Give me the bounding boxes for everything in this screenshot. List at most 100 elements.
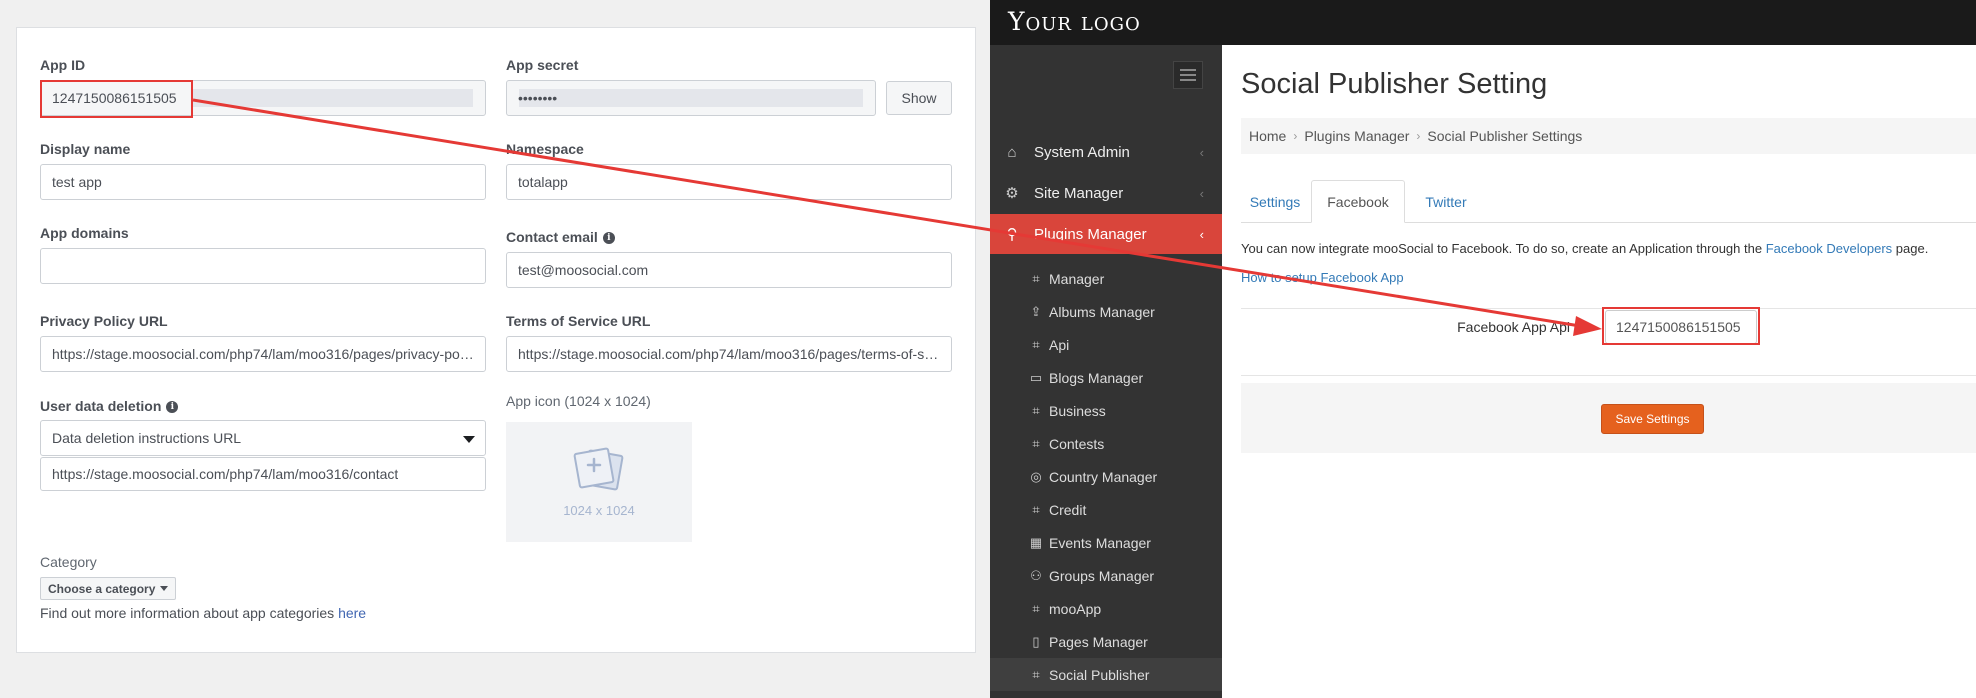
- app-domains-field[interactable]: [40, 248, 486, 284]
- tab-twitter[interactable]: Twitter: [1407, 180, 1485, 223]
- tag-icon: ⌗: [1032, 501, 1040, 517]
- category-help-link[interactable]: here: [338, 605, 366, 621]
- tag-icon: ⌗: [1032, 600, 1040, 616]
- display-name-value: test app: [52, 174, 102, 190]
- tab-settings[interactable]: Settings: [1241, 180, 1309, 223]
- tos-url-field[interactable]: https://stage.moosocial.com/php74/lam/mo…: [506, 336, 952, 372]
- howto-setup-link[interactable]: How to setup Facebook App: [1241, 270, 1404, 285]
- home-icon: ⌂: [1007, 143, 1017, 161]
- nav-business[interactable]: ⌗ Business: [990, 394, 1222, 427]
- app-secret-value: ••••••••: [518, 90, 558, 106]
- nav-country-manager-label: Country Manager: [1049, 468, 1158, 485]
- menu-toggle-icon[interactable]: [1173, 61, 1203, 89]
- namespace-field[interactable]: totalapp: [506, 164, 952, 200]
- nav-plugins-manager-label: Plugins Manager: [1034, 225, 1147, 243]
- comment-icon: ▭: [1029, 369, 1043, 385]
- privacy-url-field[interactable]: https://stage.moosocial.com/php74/lam/mo…: [40, 336, 486, 372]
- deletion-url-value: https://stage.moosocial.com/php74/lam/mo…: [52, 466, 399, 482]
- deletion-type-selected: Data deletion instructions URL: [52, 430, 242, 446]
- nav-albums-manager-label: Albums Manager: [1049, 303, 1155, 320]
- nav-blogs-manager[interactable]: ▭ Blogs Manager: [990, 361, 1222, 394]
- deletion-type-dropdown[interactable]: Data deletion instructions URL: [40, 420, 486, 456]
- nav-plugins-manager[interactable]: ⚲ Plugins Manager ‹: [990, 214, 1222, 254]
- tos-url-value: https://stage.moosocial.com/php74/lam/mo…: [518, 346, 940, 362]
- tag-icon: ⌗: [1032, 270, 1040, 286]
- nav-blogs-manager-label: Blogs Manager: [1049, 369, 1144, 386]
- nav-groups-manager[interactable]: ⚇ Groups Manager: [990, 559, 1222, 592]
- facebook-settings-panel: App ID 1247150086151505 App secret •••••…: [0, 0, 990, 698]
- page-title: Social Publisher Setting: [1241, 68, 1548, 100]
- settings-tabs: Settings Facebook Twitter: [1241, 180, 1976, 223]
- category-select[interactable]: Choose a category: [40, 577, 177, 600]
- nav-country-manager[interactable]: ◎ Country Manager: [990, 460, 1222, 493]
- namespace-label: Namespace: [506, 141, 584, 157]
- nav-social-publisher-label: Social Publisher: [1049, 666, 1150, 683]
- app-id-label: App ID: [40, 57, 86, 73]
- nav-site-manager-label: Site Manager: [1034, 184, 1124, 202]
- info-icon[interactable]: i: [602, 232, 615, 245]
- intro-before: You can now integrate mooSocial to Faceb…: [1241, 241, 1766, 256]
- intro-after: page.: [1892, 241, 1929, 256]
- save-settings-button[interactable]: Save Settings: [1601, 404, 1704, 434]
- facebook-app-api-label: Facebook App Api: [1457, 319, 1570, 335]
- nav-api-label: Api: [1049, 336, 1070, 353]
- image-placeholder-icon: [573, 447, 624, 490]
- nav-events-manager[interactable]: ▦ Events Manager: [990, 526, 1222, 559]
- nav-system-admin[interactable]: ⌂ System Admin ‹: [990, 132, 1222, 172]
- nav-credit-label: Credit: [1049, 501, 1087, 518]
- calendar-icon: ▦: [1029, 534, 1043, 550]
- nav-pages-manager[interactable]: ▯ Pages Manager: [990, 625, 1222, 658]
- nav-groups-manager-label: Groups Manager: [1049, 567, 1155, 584]
- contact-email-value: test@moosocial.com: [518, 262, 649, 278]
- globe-icon: ◎: [1030, 468, 1042, 484]
- nav-system-admin-label: System Admin: [1034, 143, 1130, 161]
- app-id-field[interactable]: 1247150086151505: [40, 80, 486, 116]
- facebook-app-api-input[interactable]: 1247150086151505: [1605, 310, 1757, 344]
- tos-url-label: Terms of Service URL: [506, 313, 651, 329]
- nav-business-label: Business: [1049, 402, 1106, 419]
- display-name-field[interactable]: test app: [40, 164, 486, 200]
- app-secret-field[interactable]: ••••••••: [506, 80, 876, 116]
- plug-icon: ⚲: [1006, 226, 1018, 243]
- nav-api[interactable]: ⌗ Api: [990, 328, 1222, 361]
- nav-albums-manager[interactable]: ⇪ Albums Manager: [990, 295, 1222, 328]
- app-icon-label: App icon (1024 x 1024): [506, 393, 651, 409]
- tab-facebook[interactable]: Facebook: [1311, 180, 1405, 223]
- category-label: Category: [40, 554, 97, 570]
- app-domains-label: App domains: [40, 225, 129, 241]
- gears-icon: ⚙: [1005, 185, 1019, 202]
- nav-credit[interactable]: ⌗ Credit: [990, 493, 1222, 526]
- breadcrumb-plugins-manager[interactable]: Plugins Manager: [1304, 128, 1409, 144]
- nav-manager-label: Manager: [1049, 270, 1105, 287]
- nav-mooapp-label: mooApp: [1049, 600, 1102, 617]
- group-icon: ⚇: [1030, 567, 1042, 583]
- upload-icon: ⇪: [1030, 303, 1042, 319]
- chevron-left-icon: ‹: [1199, 185, 1204, 201]
- show-secret-button[interactable]: Show: [886, 81, 952, 115]
- breadcrumb: Home › Plugins Manager › Social Publishe…: [1241, 118, 1976, 154]
- breadcrumb-home[interactable]: Home: [1249, 128, 1286, 144]
- site-logo[interactable]: Your logo: [1008, 7, 1141, 36]
- tag-icon: ⌗: [1032, 336, 1040, 352]
- info-icon[interactable]: i: [166, 401, 179, 414]
- nav-contests[interactable]: ⌗ Contests: [990, 427, 1222, 460]
- app-id-value: 1247150086151505: [52, 90, 177, 106]
- user-data-deletion-label-text: User data deletion: [40, 398, 162, 414]
- file-icon: ▯: [1032, 633, 1040, 649]
- deletion-url-field[interactable]: https://stage.moosocial.com/php74/lam/mo…: [40, 457, 486, 491]
- contact-email-field[interactable]: test@moosocial.com: [506, 252, 952, 288]
- screenshot-root: App ID 1247150086151505 App secret •••••…: [0, 0, 1976, 698]
- namespace-value: totalapp: [518, 174, 568, 190]
- nav-mooapp[interactable]: ⌗ mooApp: [990, 592, 1222, 625]
- category-help-text: Find out more information about app cate…: [40, 605, 366, 621]
- nav-social-publisher[interactable]: ⌗ Social Publisher: [990, 658, 1222, 691]
- privacy-url-label: Privacy Policy URL: [40, 313, 168, 329]
- nav-manager[interactable]: ⌗ Manager: [990, 262, 1222, 295]
- app-icon-upload[interactable]: 1024 x 1024: [506, 422, 692, 542]
- facebook-developers-link[interactable]: Facebook Developers: [1766, 241, 1892, 256]
- contact-email-label-text: Contact email: [506, 229, 598, 245]
- nav-events-manager-label: Events Manager: [1049, 534, 1151, 551]
- nav-site-manager[interactable]: ⚙ Site Manager ‹: [990, 173, 1222, 213]
- nav-pages-manager-label: Pages Manager: [1049, 633, 1148, 650]
- breadcrumb-separator-icon: ›: [1293, 129, 1298, 143]
